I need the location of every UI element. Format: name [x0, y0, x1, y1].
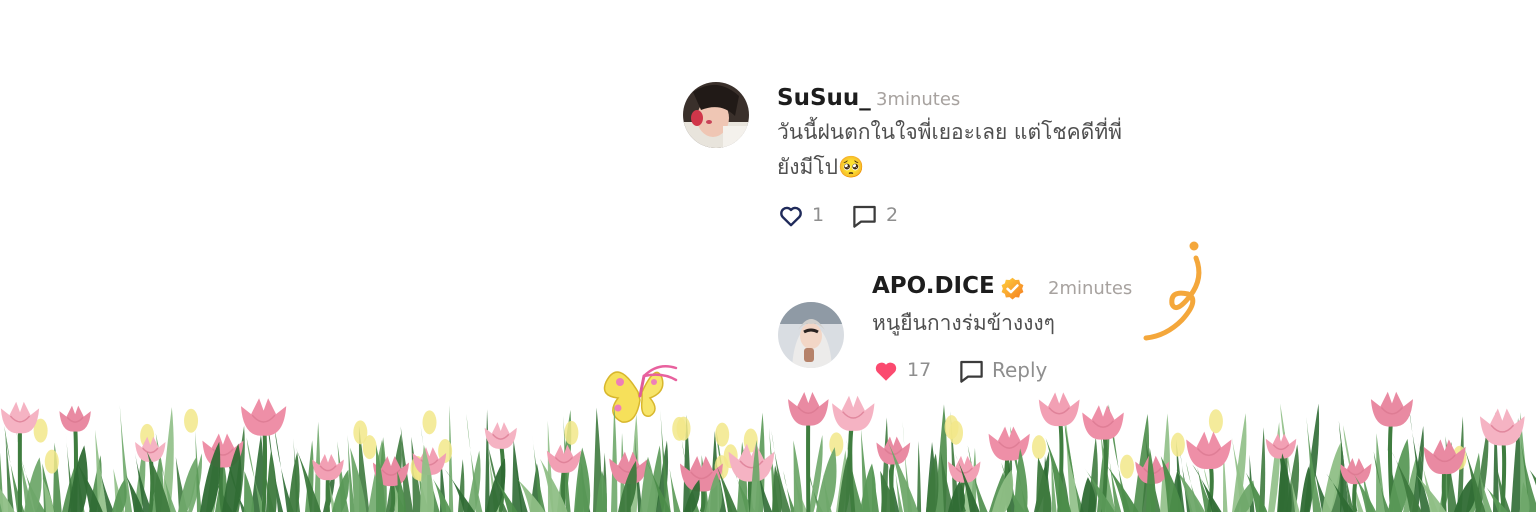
heart-icon[interactable]: [778, 203, 804, 229]
comment-thread-canvas: SuSuu_ 3minutes วันนี้ฝนตกในใจพี่เยอะเลย…: [0, 0, 1536, 512]
reply-timestamp: 2minutes: [1048, 278, 1133, 299]
replier-username[interactable]: APO.DICE: [872, 273, 995, 299]
verified-badge-icon: [1001, 277, 1024, 300]
ribbon-doodle: [1143, 241, 1202, 341]
comment-reply-count: 2: [886, 204, 899, 226]
comment-timestamp: 3minutes: [876, 89, 961, 110]
comment-text-line-2-words: ยังมีโป: [777, 155, 839, 179]
commenter-avatar[interactable]: [683, 82, 749, 148]
comment-text-line-2: ยังมีโป🥺: [777, 150, 864, 184]
reply-text: หนูยืนกางร่มข้างงงๆ: [872, 311, 1055, 335]
reply-button[interactable]: Reply: [992, 358, 1047, 382]
pleading-face-emoji: 🥺: [838, 155, 865, 179]
comment-like-count: 1: [812, 204, 825, 226]
replier-avatar[interactable]: [778, 302, 844, 368]
comment-icon[interactable]: [851, 203, 878, 230]
reply-like-count: 17: [907, 359, 932, 381]
comment-text-line-1: วันนี้ฝนตกในใจพี่เยอะเลย แต่โชคดีที่พี่: [777, 120, 1123, 144]
commenter-username[interactable]: SuSuu_: [777, 85, 871, 111]
tulip-field: [0, 391, 1536, 512]
